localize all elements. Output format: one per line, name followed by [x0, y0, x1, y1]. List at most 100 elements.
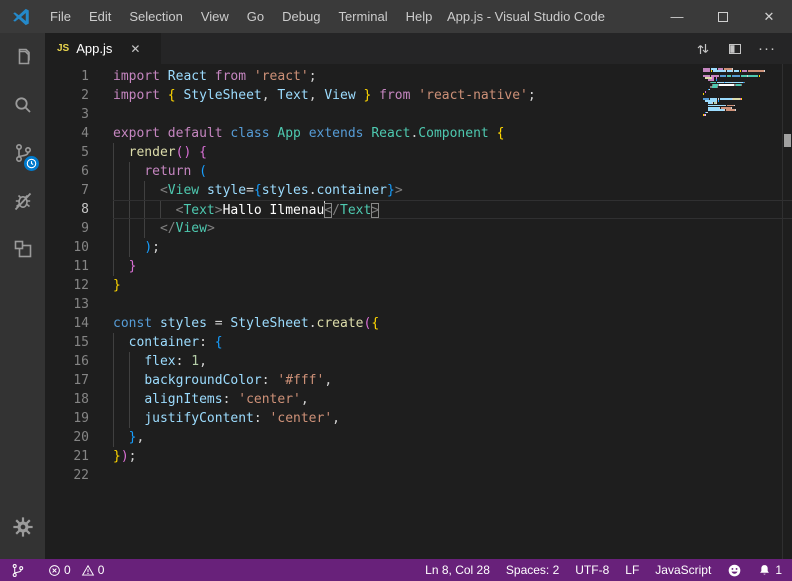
token — [246, 69, 254, 84]
token — [207, 316, 215, 331]
split-editor-button[interactable] — [724, 38, 746, 60]
token — [113, 221, 160, 236]
token — [489, 126, 497, 141]
code-line-10[interactable]: 10 ); — [45, 238, 792, 257]
activity-item-extensions[interactable] — [0, 225, 45, 273]
code-line-12[interactable]: 12} — [45, 276, 792, 295]
token: 'center' — [238, 392, 301, 407]
token: . — [309, 316, 317, 331]
line-number: 18 — [45, 390, 113, 409]
menu-bar: FileEditSelectionViewGoDebugTerminalHelp — [41, 0, 441, 33]
menu-item-file[interactable]: File — [41, 0, 80, 33]
token: ; — [528, 88, 536, 103]
code-editor[interactable]: 1import React from 'react';2import { Sty… — [45, 64, 792, 559]
notifications-button[interactable]: 1 — [758, 563, 782, 577]
files-icon — [11, 45, 35, 69]
minimap[interactable] — [703, 68, 781, 119]
status-cursor-position[interactable]: Ln 8, Col 28 — [425, 563, 490, 577]
menu-item-view[interactable]: View — [192, 0, 238, 33]
tab-close-icon[interactable]: ✕ — [130, 42, 140, 56]
code-line-21[interactable]: 21}); — [45, 447, 792, 466]
token: { — [371, 316, 379, 331]
code-line-9[interactable]: 9 </View> — [45, 219, 792, 238]
open-changes-button[interactable] — [692, 38, 714, 60]
menu-item-terminal[interactable]: Terminal — [329, 0, 396, 33]
token: = — [246, 183, 254, 198]
menu-item-edit[interactable]: Edit — [80, 0, 120, 33]
code-line-20[interactable]: 20 }, — [45, 428, 792, 447]
token: React — [168, 69, 207, 84]
activity-item-manage[interactable] — [0, 503, 45, 551]
token: ( — [199, 164, 207, 179]
token: StyleSheet — [183, 88, 261, 103]
code-line-17[interactable]: 17 backgroundColor: '#fff', — [45, 371, 792, 390]
line-number: 17 — [45, 371, 113, 390]
error-icon — [48, 564, 61, 577]
code-text: }, — [113, 428, 792, 447]
token: justifyContent — [144, 411, 254, 426]
activity-item-debug[interactable] — [0, 177, 45, 225]
token: 'react' — [254, 69, 309, 84]
status-encoding[interactable]: UTF-8 — [575, 563, 609, 577]
token: < — [160, 183, 168, 198]
token: from — [379, 88, 410, 103]
activity-item-source-control[interactable] — [0, 129, 45, 177]
code-line-14[interactable]: 14const styles = StyleSheet.create({ — [45, 314, 792, 333]
code-line-16[interactable]: 16 flex: 1, — [45, 352, 792, 371]
minimize-button[interactable]: — — [654, 0, 700, 33]
overview-ruler[interactable] — [782, 64, 792, 559]
feedback-button[interactable] — [727, 563, 742, 578]
token: { — [254, 183, 262, 198]
maximize-button[interactable] — [700, 0, 746, 33]
status-eol[interactable]: LF — [625, 563, 639, 577]
code-line-4[interactable]: 4export default class App extends React.… — [45, 124, 792, 143]
token — [152, 316, 160, 331]
activity-item-search[interactable] — [0, 81, 45, 129]
code-line-11[interactable]: 11 } — [45, 257, 792, 276]
code-line-7[interactable]: 7 <View style={styles.container}> — [45, 181, 792, 200]
close-button[interactable]: ✕ — [746, 0, 792, 33]
code-line-6[interactable]: 6 return ( — [45, 162, 792, 181]
editor-actions: ··· — [692, 38, 792, 60]
code-line-5[interactable]: 5 render() { — [45, 143, 792, 162]
warning-icon — [81, 564, 95, 577]
code-line-1[interactable]: 1import React from 'react'; — [45, 67, 792, 86]
menu-item-selection[interactable]: Selection — [120, 0, 191, 33]
code-line-2[interactable]: 2import { StyleSheet, Text, View } from … — [45, 86, 792, 105]
line-number: 20 — [45, 428, 113, 447]
close-icon: ✕ — [764, 9, 775, 25]
code-content: 1import React from 'react';2import { Sty… — [45, 64, 792, 559]
status-indentation[interactable]: Spaces: 2 — [506, 563, 559, 577]
token: . — [309, 183, 317, 198]
activity-item-explorer[interactable] — [0, 33, 45, 81]
code-line-15[interactable]: 15 container: { — [45, 333, 792, 352]
tab-appjs[interactable]: JS App.js ✕ — [45, 33, 161, 64]
vscode-logo-icon — [11, 7, 31, 27]
git-branch-indicator[interactable] — [8, 563, 27, 578]
code-line-18[interactable]: 18 alignItems: 'center', — [45, 390, 792, 409]
code-line-13[interactable]: 13 — [45, 295, 792, 314]
menu-item-go[interactable]: Go — [238, 0, 273, 33]
code-line-8[interactable]: 8 <Text>Hallo Ilmenau</Text> — [45, 200, 792, 219]
token: 'center' — [270, 411, 333, 426]
extensions-icon — [11, 237, 35, 261]
problems-indicator[interactable]: 0 0 — [45, 563, 107, 577]
status-language-mode[interactable]: JavaScript — [655, 563, 711, 577]
code-line-3[interactable]: 3 — [45, 105, 792, 124]
more-actions-button[interactable]: ··· — [756, 38, 778, 60]
token: container — [317, 183, 387, 198]
status-bar: 0 0 Ln 8, Col 28 Spaces: 2 UTF-8 LF JavaScri… — [0, 559, 792, 581]
token — [113, 259, 129, 274]
code-line-22[interactable]: 22 — [45, 466, 792, 485]
line-number: 21 — [45, 447, 113, 466]
token: 'react-native' — [418, 88, 528, 103]
window-title: App.js - Visual Studio Code — [400, 9, 652, 24]
code-line-19[interactable]: 19 justifyContent: 'center', — [45, 409, 792, 428]
token — [113, 145, 129, 160]
line-number: 1 — [45, 67, 113, 86]
token: render — [129, 145, 176, 160]
menu-item-debug[interactable]: Debug — [273, 0, 329, 33]
token: ) — [144, 240, 152, 255]
token: 1 — [191, 354, 199, 369]
token — [207, 335, 215, 350]
